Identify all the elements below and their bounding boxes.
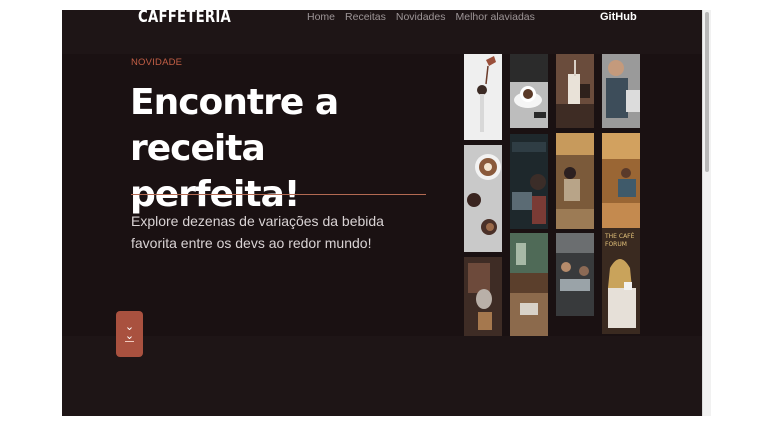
hero-description: Explore dezenas de variações da bebida f… bbox=[131, 213, 384, 251]
photo-cup-saucer bbox=[510, 54, 548, 128]
page-frame: CAFFETERIA Home Receitas Novidades Melho… bbox=[62, 10, 702, 416]
nav-melhor-alaviadas[interactable]: Melhor alaviadas bbox=[456, 11, 535, 23]
photo-latte-art bbox=[464, 145, 502, 252]
photo-coworking bbox=[602, 133, 640, 229]
site-header: CAFFETERIA Home Receitas Novidades Melho… bbox=[62, 10, 702, 52]
photo-people-laptops bbox=[556, 233, 594, 316]
scrollbar-thumb[interactable] bbox=[705, 12, 709, 172]
woman-cafe-forum-image: THE CAFÉ FORUM bbox=[602, 228, 640, 334]
cafe-interior-image bbox=[556, 133, 594, 229]
photo-woman-cafe-forum: THE CAFÉ FORUM bbox=[602, 228, 640, 334]
nav-home[interactable]: Home bbox=[307, 11, 335, 23]
photo-pour-over bbox=[464, 54, 502, 140]
latte-art-image bbox=[464, 145, 502, 252]
laptop-coffee-image bbox=[510, 134, 548, 229]
barista-pour-image bbox=[464, 257, 502, 336]
nav-receitas[interactable]: Receitas bbox=[345, 11, 386, 23]
scroll-down-button[interactable]: ⌄ ⌄ bbox=[116, 311, 143, 357]
button-underline bbox=[125, 341, 134, 342]
photo-iced-coffee bbox=[556, 54, 594, 128]
page-scrollbar[interactable] bbox=[702, 10, 711, 416]
cafe-forum-sign: THE CAFÉ bbox=[604, 232, 635, 240]
people-laptops-image bbox=[556, 233, 594, 316]
next-section bbox=[62, 336, 702, 416]
hero-divider bbox=[131, 194, 426, 195]
photo-laptop-coffee bbox=[510, 134, 548, 229]
svg-text:FORUM: FORUM bbox=[605, 241, 627, 248]
cup-saucer-image bbox=[510, 54, 548, 128]
nav-novidades[interactable]: Novidades bbox=[396, 11, 446, 23]
street-cafe-image bbox=[510, 233, 548, 336]
hero-headline: Encontre a receita perfeita! bbox=[130, 82, 339, 215]
photo-street-cafe bbox=[510, 233, 548, 336]
site-logo[interactable]: CAFFETERIA bbox=[138, 10, 231, 27]
coworking-image bbox=[602, 133, 640, 229]
github-link[interactable]: GitHub bbox=[600, 11, 637, 23]
hero-kicker: NOVIDADE bbox=[131, 57, 183, 68]
photo-barista-pour bbox=[464, 257, 502, 336]
iced-coffee-image bbox=[556, 54, 594, 128]
man-phone-image bbox=[602, 54, 640, 128]
photo-man-phone bbox=[602, 54, 640, 128]
main-nav: Home Receitas Novidades Melhor alaviadas bbox=[307, 11, 545, 23]
double-chevron-down-icon: ⌄ ⌄ bbox=[124, 321, 135, 342]
pour-over-image bbox=[464, 54, 502, 140]
photo-cafe-interior bbox=[556, 133, 594, 229]
